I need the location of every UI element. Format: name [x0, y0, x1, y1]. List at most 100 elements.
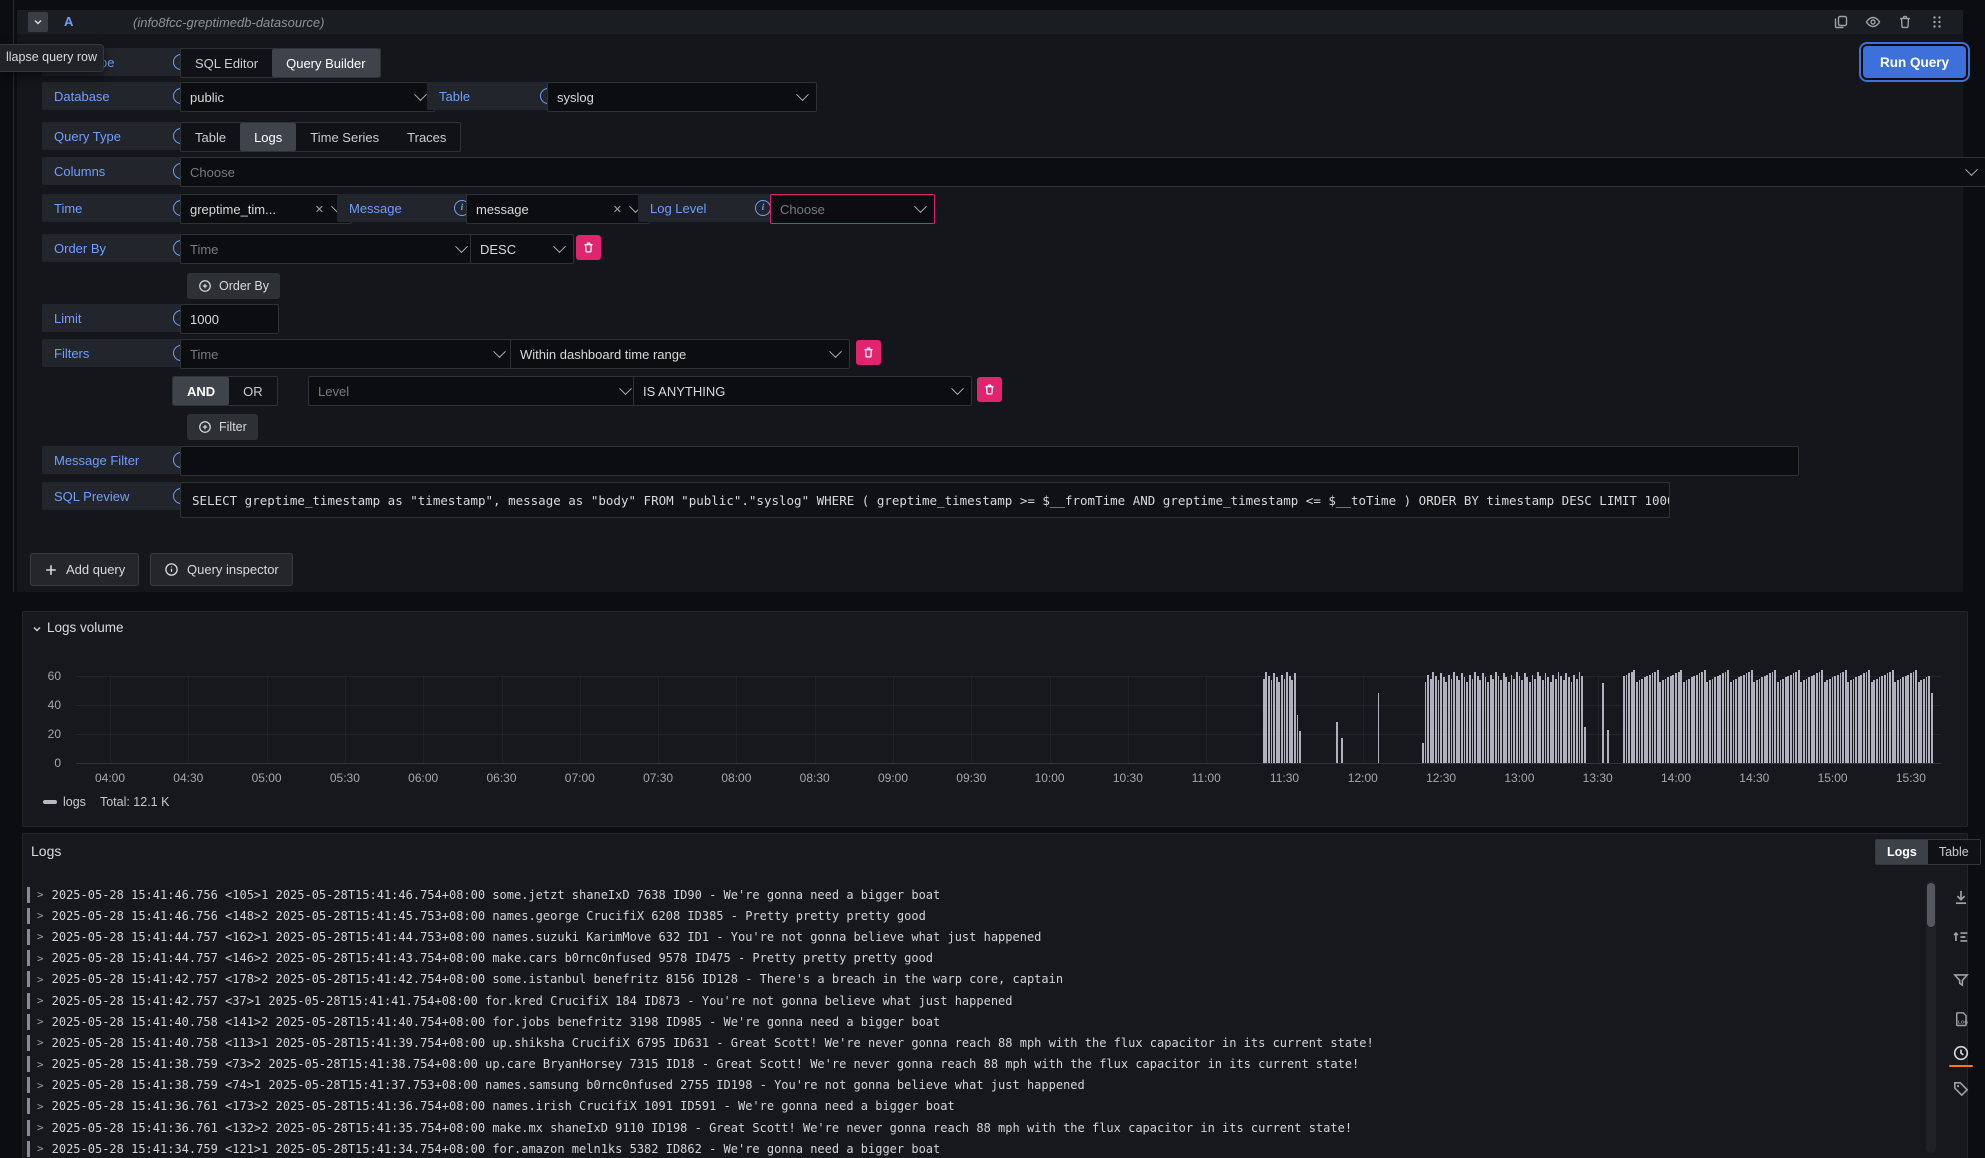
- remove-condition-button[interactable]: [977, 377, 1002, 402]
- time-range-icon[interactable]: [1952, 1044, 1970, 1062]
- clear-value-icon[interactable]: ✕: [613, 203, 622, 216]
- order-by-field-select[interactable]: Time: [180, 234, 476, 264]
- expand-log-chevron-icon[interactable]: >: [37, 1100, 44, 1113]
- filter-field-select[interactable]: Time: [180, 339, 514, 369]
- condition-field-select[interactable]: Level: [308, 376, 640, 406]
- limit-input[interactable]: [180, 304, 279, 334]
- log-row[interactable]: > 2025-05-28 15:41:40.758 <113>1 2025-05…: [23, 1032, 1923, 1053]
- toggle-logs[interactable]: Logs: [1876, 840, 1928, 864]
- scrollbar-thumb[interactable]: [1927, 883, 1935, 927]
- expand-log-chevron-icon[interactable]: >: [37, 909, 44, 922]
- query-type-time-series[interactable]: Time Series: [296, 123, 393, 151]
- volume-bar: [1696, 675, 1698, 763]
- volume-bar: [1294, 673, 1296, 763]
- labels-tag-icon[interactable]: [1952, 1080, 1970, 1098]
- legend-series-name[interactable]: logs: [63, 795, 86, 809]
- volume-bar: [1855, 677, 1857, 763]
- expand-log-chevron-icon[interactable]: >: [37, 1079, 44, 1092]
- add-query-button[interactable]: Add query: [30, 553, 139, 586]
- volume-bar: [1845, 670, 1847, 763]
- database-select[interactable]: public: [180, 82, 435, 112]
- expand-log-chevron-icon[interactable]: >: [37, 994, 44, 1007]
- volume-bar: [1842, 672, 1844, 763]
- remove-filter-button[interactable]: [856, 340, 881, 365]
- log-row[interactable]: > 2025-05-28 15:41:38.759 <74>1 2025-05-…: [23, 1075, 1923, 1096]
- log-row[interactable]: > 2025-05-28 15:41:44.757 <146>2 2025-05…: [23, 948, 1923, 969]
- info-icon[interactable]: i: [755, 200, 771, 216]
- columns-select[interactable]: Choose: [180, 157, 1985, 187]
- log-row[interactable]: > 2025-05-28 15:41:46.756 <105>1 2025-05…: [23, 884, 1923, 905]
- x-gridline: [423, 676, 424, 763]
- clear-value-icon[interactable]: ✕: [315, 203, 324, 216]
- logs-volume-chart[interactable]: 020406004:0004:3005:0005:3006:0006:3007:…: [23, 612, 1967, 826]
- volume-bar: [1834, 676, 1836, 763]
- order-by-direction-select[interactable]: DESC: [470, 234, 574, 264]
- oldest-first-sort-icon[interactable]: [1952, 928, 1970, 946]
- log-row[interactable]: > 2025-05-28 15:41:40.758 <141>2 2025-05…: [23, 1011, 1923, 1032]
- volume-bar: [1897, 680, 1899, 763]
- log-line-text: 2025-05-28 15:41:40.758 <113>1 2025-05-2…: [52, 1036, 1374, 1050]
- log-row[interactable]: > 2025-05-28 15:41:42.757 <178>2 2025-05…: [23, 969, 1923, 990]
- or-option[interactable]: OR: [229, 377, 277, 405]
- volume-bar: [1769, 673, 1771, 763]
- active-tool-indicator: [1949, 1065, 1973, 1067]
- collapse-query-row-button[interactable]: [28, 12, 48, 32]
- chevron-down-icon: [914, 200, 927, 213]
- y-gridline: [76, 676, 1941, 677]
- expand-log-chevron-icon[interactable]: >: [37, 1058, 44, 1071]
- tab-query-builder[interactable]: Query Builder: [272, 49, 379, 77]
- add-filter-button[interactable]: Filter: [187, 414, 258, 440]
- scroll-to-bottom-icon[interactable]: [1952, 888, 1970, 906]
- table-select[interactable]: syslog: [547, 82, 817, 112]
- remove-order-by-button[interactable]: [576, 235, 601, 260]
- query-type-traces[interactable]: Traces: [393, 123, 460, 151]
- query-ref-id[interactable]: A: [64, 14, 73, 29]
- expand-log-chevron-icon[interactable]: >: [37, 1015, 44, 1028]
- expand-log-chevron-icon[interactable]: >: [37, 888, 44, 901]
- chevron-down-icon: [619, 382, 632, 395]
- log-row[interactable]: > 2025-05-28 15:41:36.761 <132>2 2025-05…: [23, 1117, 1923, 1138]
- hide-response-eye-icon[interactable]: [1865, 14, 1881, 30]
- tab-sql-editor[interactable]: SQL Editor: [181, 49, 272, 77]
- log-level-indicator: [27, 1098, 30, 1114]
- expand-log-chevron-icon[interactable]: >: [37, 1142, 44, 1155]
- toggle-table[interactable]: Table: [1928, 840, 1980, 864]
- and-option[interactable]: AND: [173, 377, 229, 405]
- volume-bar: [1905, 676, 1907, 763]
- log-level-select[interactable]: Choose: [770, 194, 935, 224]
- condition-operator-select[interactable]: IS ANYTHING: [633, 376, 972, 406]
- log-line-text: 2025-05-28 15:41:40.758 <141>2 2025-05-2…: [52, 1015, 941, 1029]
- log-row[interactable]: > 2025-05-28 15:41:34.759 <121>1 2025-05…: [23, 1138, 1923, 1158]
- log-row[interactable]: > 2025-05-28 15:41:44.757 <162>1 2025-05…: [23, 926, 1923, 947]
- add-order-by-button[interactable]: Order By: [187, 273, 280, 299]
- message-column-select[interactable]: message ✕: [466, 194, 650, 224]
- x-tick-label: 11:00: [1184, 771, 1228, 785]
- volume-bar: [1709, 680, 1711, 763]
- expand-log-chevron-icon[interactable]: >: [37, 1121, 44, 1134]
- volume-bar: [1453, 672, 1455, 763]
- time-column-select[interactable]: greptime_tim... ✕: [180, 194, 352, 224]
- volume-bar: [1472, 679, 1474, 763]
- volume-bar: [1469, 675, 1471, 763]
- log-row[interactable]: > 2025-05-28 15:41:42.757 <37>1 2025-05-…: [23, 990, 1923, 1011]
- drag-handle-icon[interactable]: [1929, 14, 1945, 30]
- filter-time-range-select[interactable]: Within dashboard time range: [510, 339, 850, 369]
- query-type-logs[interactable]: Logs: [240, 123, 296, 151]
- expand-log-chevron-icon[interactable]: >: [37, 930, 44, 943]
- remove-query-trash-icon[interactable]: [1897, 14, 1913, 30]
- duplicate-query-icon[interactable]: [1833, 14, 1849, 30]
- message-filter-input[interactable]: [180, 446, 1799, 476]
- log-row[interactable]: > 2025-05-28 15:41:46.756 <148>2 2025-05…: [23, 905, 1923, 926]
- log-row[interactable]: > 2025-05-28 15:41:36.761 <173>2 2025-05…: [23, 1096, 1923, 1117]
- expand-log-chevron-icon[interactable]: >: [37, 952, 44, 965]
- logs-scrollbar[interactable]: [1926, 881, 1936, 1153]
- x-tick-label: 13:30: [1576, 771, 1620, 785]
- expand-log-chevron-icon[interactable]: >: [37, 973, 44, 986]
- expand-log-chevron-icon[interactable]: >: [37, 1036, 44, 1049]
- query-type-table[interactable]: Table: [181, 123, 240, 151]
- run-query-button[interactable]: Run Query: [1863, 46, 1966, 78]
- query-inspector-button[interactable]: Query inspector: [150, 553, 293, 586]
- log-details-icon[interactable]: LOG: [1952, 1010, 1970, 1028]
- log-row[interactable]: > 2025-05-28 15:41:38.759 <73>2 2025-05-…: [23, 1054, 1923, 1075]
- filter-funnel-icon[interactable]: [1952, 971, 1970, 989]
